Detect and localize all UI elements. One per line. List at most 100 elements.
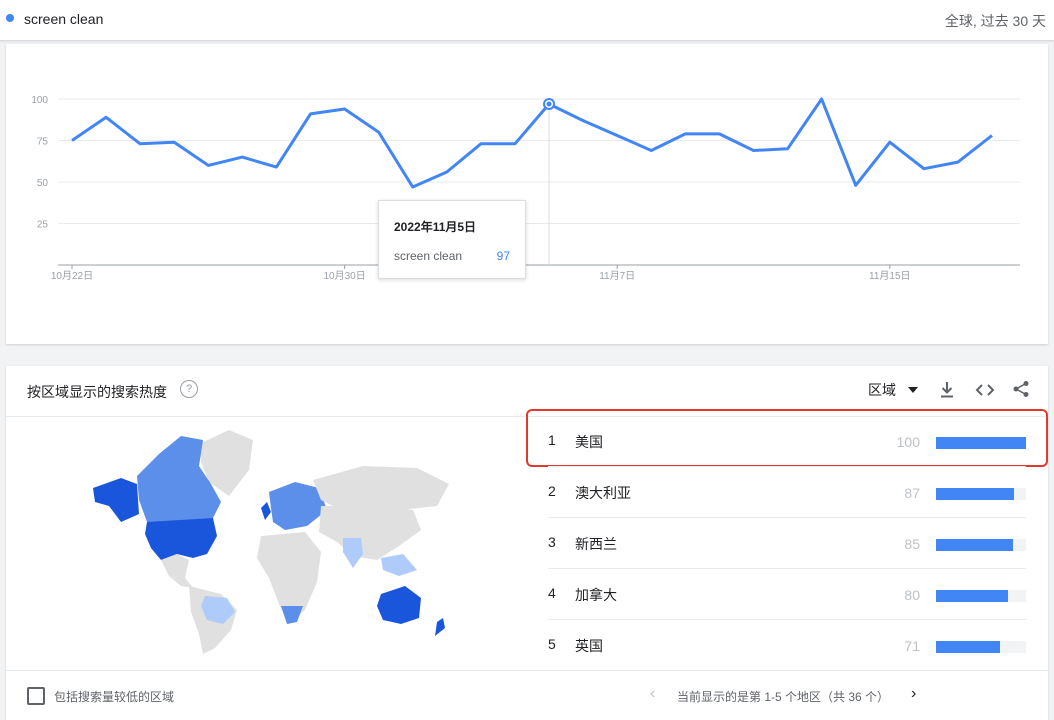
region-rank: 5 — [548, 636, 556, 652]
data-point — [682, 131, 688, 137]
x-tick-label: 10月22日 — [51, 270, 93, 282]
data-point — [750, 147, 756, 153]
data-point — [785, 146, 791, 152]
region-rank: 4 — [548, 585, 556, 601]
region-name[interactable]: 澳大利亚 — [575, 483, 631, 503]
map-region-alaska — [93, 478, 139, 522]
interest-over-time-card: 100 75 50 25 10月22日 10月30日 11月7日 11月15日 2022年11… — [6, 44, 1048, 344]
search-term-label[interactable]: screen clean — [24, 11, 103, 27]
data-point — [512, 141, 518, 147]
data-point — [171, 139, 177, 145]
low-volume-checkbox-label[interactable]: 包括搜索量较低的区域 — [54, 688, 174, 705]
data-point — [819, 96, 825, 102]
data-point — [308, 111, 314, 117]
region-section-title: 按区域显示的搜索热度 — [27, 384, 167, 400]
map-region-usa — [145, 518, 217, 560]
search-term-bar: screen clean 全球, 过去 30 天 — [0, 0, 1054, 41]
data-point — [376, 129, 382, 135]
map-region-australia — [377, 586, 421, 624]
data-point — [205, 162, 211, 168]
region-view-label: 区域 — [868, 382, 896, 398]
map-region-india — [343, 538, 363, 568]
data-point — [580, 118, 586, 124]
region-name[interactable]: 英国 — [575, 636, 603, 656]
y-tick-label: 25 — [37, 220, 49, 231]
region-view-dropdown[interactable]: 区域 — [868, 380, 896, 400]
x-tick-label: 10月30日 — [323, 270, 365, 282]
data-point — [648, 147, 654, 153]
embed-icon[interactable] — [975, 382, 995, 398]
region-bar — [936, 437, 1026, 449]
y-tick-label: 75 — [37, 137, 49, 148]
map-region-asia — [319, 506, 421, 560]
tooltip-term: screen clean — [394, 249, 463, 263]
trend-chart[interactable]: 100 75 50 25 10月22日 10月30日 11月7日 11月15日 — [6, 44, 1048, 344]
data-point — [103, 114, 109, 120]
data-point — [989, 133, 995, 139]
region-value: 100 — [896, 434, 920, 450]
region-bar — [936, 539, 1013, 551]
data-point — [342, 106, 348, 112]
tooltip-date: 2022年11月5日 — [394, 220, 477, 234]
region-toolbar: 区域 — [868, 380, 1038, 400]
data-point — [69, 138, 75, 144]
data-point — [921, 166, 927, 172]
data-point — [137, 141, 143, 147]
chart-tooltip: 2022年11月5日 screen clean 97 — [378, 200, 526, 279]
data-point — [716, 131, 722, 137]
region-bar-track — [936, 437, 1026, 449]
region-bar-track — [936, 539, 1026, 551]
x-tick-label: 11月15日 — [869, 270, 911, 282]
low-volume-checkbox[interactable] — [27, 687, 45, 705]
region-name[interactable]: 美国 — [575, 432, 603, 452]
world-map[interactable] — [81, 426, 461, 656]
region-row[interactable]: 5 英国 71 — [548, 620, 1026, 670]
region-name[interactable]: 新西兰 — [575, 534, 617, 554]
tooltip-value: 97 — [496, 249, 510, 263]
region-value: 85 — [904, 536, 920, 552]
data-point — [887, 139, 893, 145]
data-point — [853, 182, 859, 188]
y-tick-label: 100 — [31, 95, 48, 106]
download-icon[interactable] — [939, 381, 955, 399]
region-bar-track — [936, 488, 1026, 500]
x-tick-label: 11月7日 — [599, 270, 635, 282]
y-tick-label: 50 — [37, 178, 49, 189]
share-icon[interactable] — [1012, 380, 1030, 398]
series-line-screen-clean — [71, 97, 993, 189]
data-point — [239, 154, 245, 160]
data-point — [273, 164, 279, 170]
data-point — [444, 169, 450, 175]
region-value: 80 — [904, 587, 920, 603]
caret-down-icon[interactable] — [908, 385, 918, 395]
region-bar — [936, 590, 1008, 602]
region-bar — [936, 488, 1015, 500]
highlighted-data-point-core — [546, 101, 552, 107]
help-icon[interactable]: ? — [180, 380, 198, 398]
region-name[interactable]: 加拿大 — [575, 585, 617, 605]
region-value: 87 — [904, 485, 920, 501]
map-region-se-asia — [381, 554, 417, 576]
data-point — [955, 159, 961, 165]
map-region-uk — [261, 502, 271, 520]
chevron-right-icon[interactable]: › — [911, 685, 916, 703]
region-row[interactable]: 2 澳大利亚 87 — [548, 467, 1026, 518]
region-bar — [936, 641, 1000, 653]
data-point — [410, 184, 416, 190]
chevron-left-icon[interactable]: ‹ — [650, 685, 655, 703]
region-row[interactable]: 1 美国 100 — [548, 416, 1026, 467]
region-bar-track — [936, 590, 1026, 602]
data-point — [614, 133, 620, 139]
map-region-new-zealand — [435, 618, 445, 636]
pagination-text: 当前显示的是第 1-5 个地区（共 36 个） — [677, 690, 890, 704]
region-rank: 1 — [548, 432, 556, 448]
data-point — [478, 141, 484, 147]
region-row[interactable]: 3 新西兰 85 — [548, 518, 1026, 569]
series-color-dot — [6, 14, 14, 22]
map-region-mexico — [161, 554, 193, 588]
region-row[interactable]: 4 加拿大 80 — [548, 569, 1026, 620]
interest-by-region-card: 按区域显示的搜索热度 ? 区域 1 美国 100 2 澳大利亚 87 3 新西兰… — [6, 366, 1048, 720]
map-region-north-asia — [313, 466, 449, 510]
region-footer-divider — [6, 670, 1048, 671]
scope-label[interactable]: 全球, 过去 30 天 — [945, 11, 1046, 31]
